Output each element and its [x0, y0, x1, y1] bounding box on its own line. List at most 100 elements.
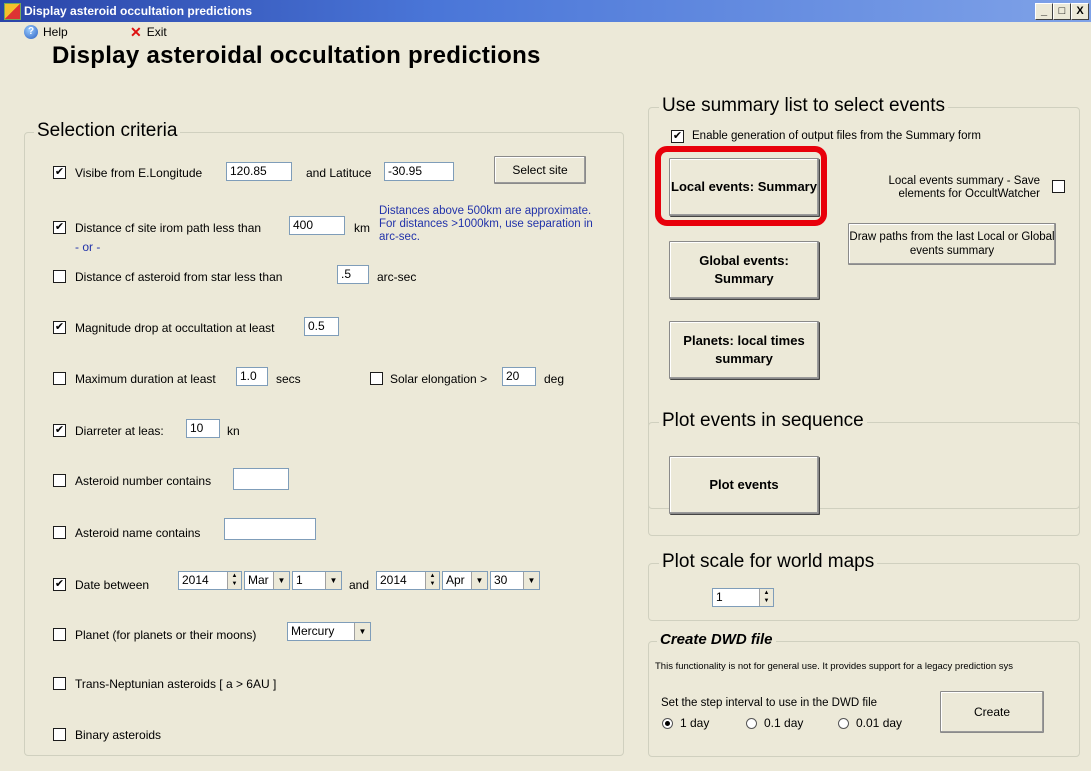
page-title: Display asteroidal occultation predictio…: [52, 42, 541, 69]
mag-drop-checkbox[interactable]: ✔: [53, 321, 66, 334]
dwd-0-1day-label: 0.1 day: [764, 716, 804, 730]
dwd-note: This functionality is not for general us…: [655, 661, 1014, 672]
dwd-0-01day-label: 0.01 day: [856, 716, 903, 730]
max-duration-unit: secs: [276, 372, 301, 386]
global-events-summary-button[interactable]: Global events: Summary: [669, 241, 819, 299]
dwd-1day-label: 1 day: [680, 716, 710, 730]
distance-site-input[interactable]: 400: [289, 216, 345, 235]
month1-value: Mar: [248, 573, 269, 587]
title-bar: Display asteroid occultation predictions…: [0, 0, 1091, 22]
longitude-input[interactable]: 120.85: [226, 162, 292, 181]
asteroid-number-checkbox[interactable]: [53, 474, 66, 487]
year2-spinner[interactable]: 2014 ▲ ▼: [376, 571, 440, 590]
day1-value: 1: [296, 573, 303, 587]
distance-asteroid-label: Distance cf asteroid from star less than: [75, 270, 283, 284]
year1-spinner[interactable]: 2014 ▲ ▼: [178, 571, 242, 590]
asteroid-number-label: Asteroid number contains: [75, 474, 212, 488]
day1-select[interactable]: 1 ▼: [292, 571, 342, 590]
menu-help-label: Help: [43, 25, 68, 39]
month1-select[interactable]: Mar ▼: [244, 571, 290, 590]
solar-elongation-label: Solar elongation >: [390, 372, 488, 386]
planet-checkbox[interactable]: [53, 628, 66, 641]
app-icon: [4, 3, 21, 20]
planets-summary-button[interactable]: Planets: local times summary: [669, 321, 819, 379]
month2-select[interactable]: Apr ▼: [442, 571, 488, 590]
draw-paths-button[interactable]: Draw paths from the last Local or Global…: [848, 223, 1056, 265]
dwd-create-button[interactable]: Create: [940, 691, 1044, 733]
dwd-0-01day-radio[interactable]: [838, 718, 849, 729]
plot-scale-value: 1: [716, 590, 723, 604]
diameter-unit: kn: [227, 424, 240, 438]
minimize-button[interactable]: _: [1035, 3, 1053, 20]
solar-elongation-unit: deg: [544, 372, 565, 386]
chevron-down-icon[interactable]: ▼: [523, 572, 539, 589]
menu-exit[interactable]: ✕ Exit: [130, 24, 167, 40]
solar-elongation-checkbox[interactable]: [370, 372, 383, 385]
plot-scale-title: Plot scale for world maps: [659, 551, 878, 573]
chevron-down-icon[interactable]: ▼: [354, 623, 370, 640]
date-label: Date between: [75, 578, 150, 592]
asteroid-name-checkbox[interactable]: [53, 526, 66, 539]
chevron-down-icon[interactable]: ▼: [325, 572, 341, 589]
save-elements-checkbox[interactable]: [1052, 180, 1065, 193]
chevron-down-icon[interactable]: ▼: [471, 572, 487, 589]
spinner-arrows-icon[interactable]: ▲ ▼: [425, 572, 439, 589]
dwd-title: Create DWD file: [657, 631, 776, 648]
dwd-step-label: Set the step interval to use in the DWD …: [661, 697, 878, 709]
day2-value: 30: [494, 573, 508, 587]
plot-scale-spinner[interactable]: 1 ▲ ▼: [712, 588, 774, 607]
asteroid-number-input[interactable]: [233, 468, 289, 490]
menu-help[interactable]: ? Help: [24, 24, 68, 40]
maximize-button[interactable]: □: [1053, 3, 1071, 20]
year2-value: 2014: [380, 573, 407, 587]
local-events-summary-button[interactable]: Local events: Summary: [669, 158, 819, 216]
selection-criteria-title: Selection criteria: [34, 120, 181, 142]
help-icon: ?: [24, 25, 38, 39]
enable-output-checkbox[interactable]: ✔: [671, 130, 684, 143]
plot-events-button[interactable]: Plot events: [669, 456, 819, 514]
or-label: - or -: [75, 240, 101, 254]
spinner-arrows-icon[interactable]: ▲ ▼: [759, 589, 773, 606]
latitude-input[interactable]: -30.95: [384, 162, 454, 181]
diameter-input[interactable]: 10: [186, 419, 220, 438]
asteroid-name-input[interactable]: [224, 518, 316, 540]
chevron-down-icon[interactable]: ▼: [273, 572, 289, 589]
planet-value: Mercury: [291, 624, 335, 638]
diameter-checkbox[interactable]: ✔: [53, 424, 66, 437]
month2-value: Apr: [446, 573, 465, 587]
enable-output-label: Enable generation of output files from t…: [692, 130, 981, 142]
planet-select[interactable]: Mercury ▼: [287, 622, 371, 641]
mag-drop-input[interactable]: 0.5: [304, 317, 339, 336]
plot-events-title: Plot events in sequence: [659, 410, 867, 432]
dwd-0-1day-radio[interactable]: [746, 718, 757, 729]
max-duration-input[interactable]: 1.0: [236, 367, 268, 386]
distance-site-unit: km: [354, 221, 370, 235]
visible-checkbox[interactable]: ✔: [53, 166, 66, 179]
visible-label: Visibe from E.Longitude: [75, 166, 203, 180]
date-checkbox[interactable]: ✔: [53, 578, 66, 591]
day2-select[interactable]: 30 ▼: [490, 571, 540, 590]
planet-label: Planet (for planets or their moons): [75, 628, 257, 642]
dwd-1day-radio[interactable]: [662, 718, 673, 729]
distance-asteroid-checkbox[interactable]: [53, 270, 66, 283]
mag-drop-label: Magnitude drop at occultation at least: [75, 321, 275, 335]
select-site-button[interactable]: Select site: [494, 156, 586, 184]
close-button[interactable]: X: [1071, 3, 1089, 20]
latitude-label: and Latituce: [306, 166, 372, 180]
distance-asteroid-unit: arc-sec: [377, 270, 417, 284]
tno-checkbox[interactable]: [53, 677, 66, 690]
max-duration-label: Maximum duration at least: [75, 372, 216, 386]
solar-elongation-input[interactable]: 20: [502, 367, 536, 386]
distance-asteroid-input[interactable]: .5: [337, 265, 369, 284]
distance-site-checkbox[interactable]: ✔: [53, 221, 66, 234]
date-and-label: and: [349, 578, 370, 592]
distance-site-label: Distance cf site irom path less than: [75, 221, 262, 235]
max-duration-checkbox[interactable]: [53, 372, 66, 385]
distance-note: Distances above 500km are approximate. F…: [379, 205, 593, 243]
spinner-arrows-icon[interactable]: ▲ ▼: [227, 572, 241, 589]
close-icon: ✕: [130, 24, 142, 40]
menu-bar: ? Help ✕ Exit: [0, 22, 1091, 42]
binary-checkbox[interactable]: [53, 728, 66, 741]
asteroid-name-label: Asteroid name contains: [75, 526, 201, 540]
window-title: Display asteroid occultation predictions: [24, 4, 253, 18]
